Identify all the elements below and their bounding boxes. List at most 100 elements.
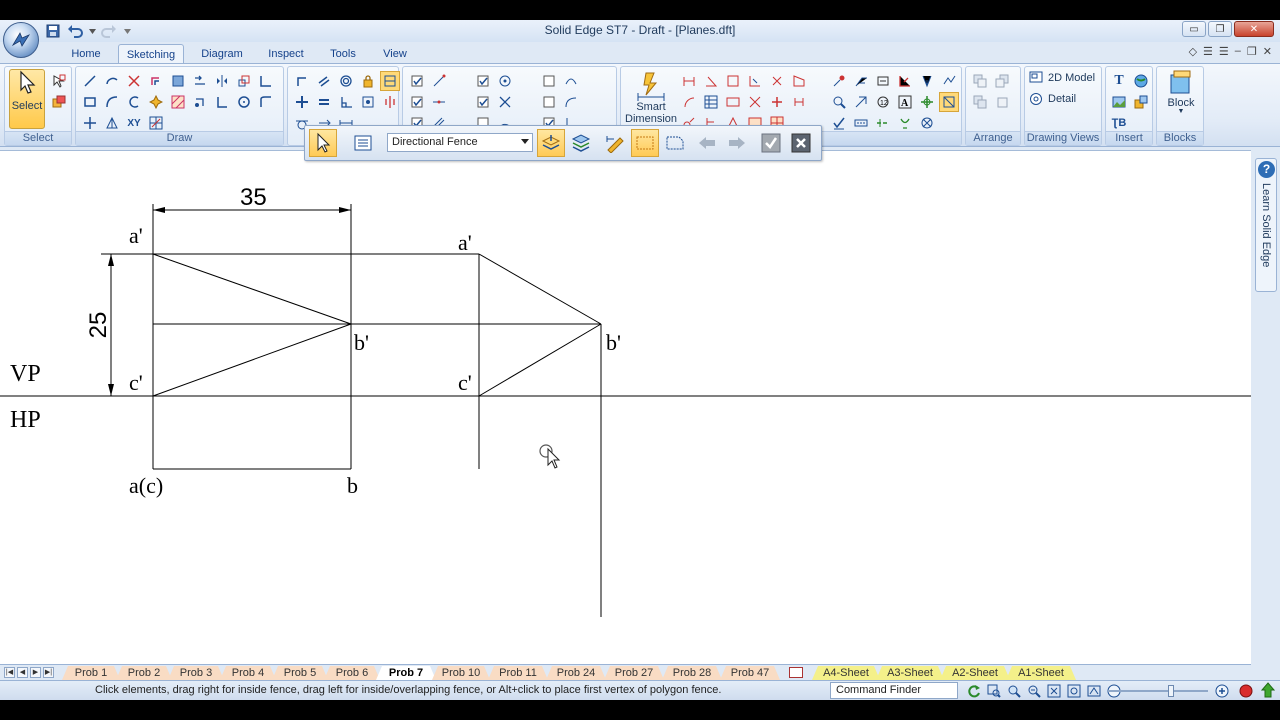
balloon-box-icon[interactable] — [873, 71, 893, 91]
object-icon[interactable] — [1131, 92, 1151, 112]
checkbox-icon[interactable] — [539, 71, 559, 91]
extend-icon[interactable] — [80, 113, 100, 133]
tab-inspect[interactable]: Inspect — [262, 44, 310, 64]
command-finder-input[interactable]: Command Finder — [830, 682, 958, 699]
check-mark-icon[interactable] — [829, 113, 849, 133]
next-sheet-icon[interactable]: ▶ — [30, 667, 41, 678]
radius-icon[interactable] — [679, 92, 699, 112]
connect-icon[interactable] — [292, 71, 312, 91]
xy-icon[interactable]: XY — [124, 113, 144, 133]
sheet-tab-prob-11[interactable]: Prob 11 — [488, 666, 548, 680]
symbol-icon[interactable]: ƮB — [1109, 113, 1129, 133]
drawing-sheet-canvas[interactable]: 35 25 a' b' c' VP HP a(c) b a' b' c' — [0, 150, 1251, 664]
first-sheet-icon[interactable]: |◀ — [4, 667, 15, 678]
list-alt-icon[interactable]: ☰ — [1219, 45, 1229, 58]
tab-tools[interactable]: Tools — [324, 44, 362, 64]
checkbox-icon[interactable] — [539, 92, 559, 112]
callout-icon[interactable] — [829, 71, 849, 91]
front-view-edge-ab[interactable] — [152, 253, 352, 325]
distance-between-icon[interactable] — [679, 71, 699, 91]
angle-between-icon[interactable] — [701, 71, 721, 91]
sheet-tab-prob-2[interactable]: Prob 2 — [116, 666, 172, 680]
next-button[interactable] — [723, 129, 751, 157]
tab-view[interactable]: View — [378, 44, 412, 64]
tab-diagram[interactable]: Diagram — [196, 44, 248, 64]
block-button[interactable]: Block ▼ — [1161, 69, 1201, 115]
dimension-style-icon[interactable] — [723, 92, 743, 112]
select-top-level-button[interactable] — [537, 129, 565, 157]
doc-restore-icon[interactable]: ❐ — [1247, 45, 1257, 58]
text-profile-icon[interactable]: T — [1109, 71, 1129, 91]
leader-icon[interactable] — [851, 71, 871, 91]
bolt-circle-icon[interactable] — [917, 113, 937, 133]
minimize-button[interactable]: ▭ — [1182, 21, 1206, 37]
sheet-tab-prob-28[interactable]: Prob 28 — [662, 666, 722, 680]
intersection-icon[interactable] — [495, 92, 515, 112]
perpendicular-icon[interactable] — [336, 92, 356, 112]
help-diamond-icon[interactable]: ◇ — [1189, 45, 1197, 58]
sheet-tab-prob-24[interactable]: Prob 24 — [546, 666, 606, 680]
attach-dimension-icon[interactable] — [767, 92, 787, 112]
center-icon[interactable] — [495, 71, 515, 91]
pan-icon[interactable] — [1046, 683, 1062, 699]
zoom-icon[interactable] — [1006, 683, 1022, 699]
accept-button[interactable] — [757, 129, 785, 157]
smart-dimension-button[interactable]: Smart Dimension — [625, 69, 677, 125]
fillet-icon[interactable] — [102, 113, 122, 133]
list-icon[interactable]: ☰ — [1203, 45, 1213, 58]
dim-text-35[interactable]: 35 — [240, 184, 267, 211]
side-view-edge-ab[interactable] — [478, 253, 602, 325]
center-mark-icon[interactable] — [917, 92, 937, 112]
options-button[interactable] — [349, 129, 377, 157]
select-tools-icon[interactable] — [49, 71, 69, 91]
rotate-icon[interactable] — [190, 92, 210, 112]
corner-icon[interactable] — [212, 92, 232, 112]
sheet-view-icon[interactable] — [1066, 683, 1082, 699]
select-dimension-button[interactable] — [601, 129, 629, 157]
coordinate-table-icon[interactable] — [701, 92, 721, 112]
weld-symbol-icon[interactable] — [895, 71, 915, 91]
refresh-icon[interactable] — [966, 683, 982, 699]
endpoint-icon[interactable] — [429, 71, 449, 91]
sheet-tab-prob-6[interactable]: Prob 6 — [324, 666, 380, 680]
previous-view-icon[interactable] — [1086, 683, 1102, 699]
midpoint-icon[interactable] — [429, 92, 449, 112]
checkbox-icon[interactable] — [473, 71, 493, 91]
select-pointer-button[interactable] — [309, 129, 337, 157]
arc-icon[interactable] — [102, 71, 122, 91]
angular-coordinate-icon[interactable] — [745, 71, 765, 91]
sheet-tab-prob-5[interactable]: Prob 5 — [272, 666, 328, 680]
chevron-down-icon[interactable]: ▼ — [1178, 108, 1185, 115]
edge-condition-icon[interactable] — [917, 71, 937, 91]
trim-icon[interactable] — [124, 71, 144, 91]
sheet-tab-prob-7[interactable]: Prob 7 — [376, 666, 436, 680]
record-icon[interactable] — [1238, 683, 1254, 699]
sheet-tab-prob-27[interactable]: Prob 27 — [604, 666, 664, 680]
send-to-back-icon[interactable] — [992, 71, 1012, 91]
lock-icon[interactable] — [358, 71, 378, 91]
tab-home[interactable]: Home — [66, 44, 106, 64]
bolt-hole-circle-icon[interactable] — [939, 92, 959, 112]
sheet-tab-a1[interactable]: A1-Sheet — [1006, 666, 1076, 680]
center-line-icon[interactable] — [873, 113, 893, 133]
sheet-tab-prob-47[interactable]: Prob 47 — [720, 666, 780, 680]
grid-icon[interactable] — [146, 113, 166, 133]
select-button[interactable]: Select — [9, 69, 45, 129]
circle-icon[interactable] — [234, 92, 254, 112]
fence-mode-dropdown[interactable]: Directional Fence — [387, 133, 533, 152]
surface-texture-icon[interactable] — [829, 92, 849, 112]
text-icon[interactable]: A — [895, 92, 915, 112]
rectangle-icon[interactable] — [80, 92, 100, 112]
previous-sheet-icon[interactable]: ◀ — [17, 667, 28, 678]
sheet-tab-prob-3[interactable]: Prob 3 — [168, 666, 224, 680]
horizontal-vertical-icon[interactable] — [292, 92, 312, 112]
symmetric-diameter-icon[interactable] — [767, 71, 787, 91]
fill-icon[interactable] — [168, 71, 188, 91]
zoom-slider-track[interactable] — [1108, 690, 1208, 692]
sheet-tab-prob-4[interactable]: Prob 4 — [220, 666, 276, 680]
equal-icon[interactable] — [314, 92, 334, 112]
copy-attributes-icon[interactable] — [745, 92, 765, 112]
last-sheet-icon[interactable]: ▶| — [43, 667, 54, 678]
zoom-slider-thumb[interactable] — [1168, 685, 1174, 697]
scale-icon[interactable] — [234, 71, 254, 91]
